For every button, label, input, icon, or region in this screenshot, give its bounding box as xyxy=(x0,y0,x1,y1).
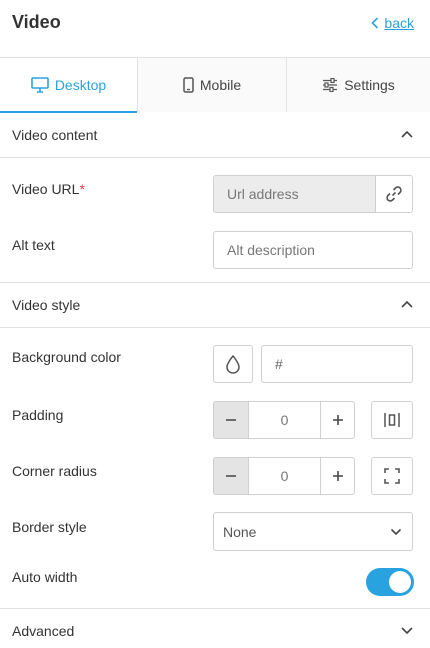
device-tabs: Desktop Mobile Settings xyxy=(0,58,430,113)
page-title: Video xyxy=(12,12,61,32)
auto-width-label: Auto width xyxy=(12,569,78,585)
link-icon xyxy=(386,186,402,202)
link-button[interactable] xyxy=(375,175,413,213)
section-video-style[interactable]: Video style xyxy=(0,282,430,328)
background-color-label: Background color xyxy=(12,349,121,365)
sliders-icon xyxy=(323,78,338,92)
back-label: back xyxy=(384,15,414,31)
chevron-left-icon xyxy=(371,17,379,29)
tab-mobile-label: Mobile xyxy=(199,77,242,93)
padding-increase-button[interactable] xyxy=(321,402,354,438)
auto-width-toggle[interactable] xyxy=(366,568,414,596)
section-video-content[interactable]: Video content xyxy=(0,112,430,158)
border-style-label: Border style xyxy=(12,519,87,535)
chevron-up-icon xyxy=(401,130,413,138)
required-mark: * xyxy=(79,181,85,197)
panel-header: Video back xyxy=(0,0,430,58)
padding-stepper: 0 xyxy=(213,401,355,439)
padding-mode-button[interactable] xyxy=(371,401,413,439)
chevron-down-icon xyxy=(390,528,402,536)
padding-value[interactable]: 0 xyxy=(249,402,321,438)
video-url-label-text: Video URL xyxy=(12,181,80,197)
corners-icon xyxy=(384,468,400,484)
corner-mode-button[interactable] xyxy=(371,457,413,495)
corner-radius-stepper: 0 xyxy=(213,457,355,495)
tab-settings-label: Settings xyxy=(344,77,395,93)
padding-decrease-button[interactable] xyxy=(214,402,249,438)
border-style-value: None xyxy=(223,523,257,540)
padding-label: Padding xyxy=(12,407,64,423)
corner-radius-label: Corner radius xyxy=(12,463,97,479)
border-style-select[interactable]: None xyxy=(213,512,413,551)
alt-text-placeholder: Alt description xyxy=(227,242,315,258)
video-url-placeholder: Url address xyxy=(227,186,299,202)
tab-settings[interactable]: Settings xyxy=(287,58,430,112)
color-picker-button[interactable] xyxy=(213,345,253,383)
chevron-up-icon xyxy=(401,300,413,308)
corner-radius-increase-button[interactable] xyxy=(321,458,354,494)
color-hex-input[interactable]: # xyxy=(261,345,413,383)
minus-icon xyxy=(226,419,236,421)
droplet-icon xyxy=(226,354,240,374)
section-video-style-title: Video style xyxy=(12,296,81,313)
desktop-icon xyxy=(31,77,49,93)
plus-icon xyxy=(332,415,343,425)
section-video-content-title: Video content xyxy=(12,126,98,143)
alt-text-label: Alt text xyxy=(12,237,55,253)
tab-desktop[interactable]: Desktop xyxy=(0,58,138,113)
minus-icon xyxy=(226,475,236,477)
mobile-icon xyxy=(183,77,194,93)
toggle-knob xyxy=(389,571,411,593)
alt-text-input[interactable]: Alt description xyxy=(213,231,413,269)
color-hex-value: # xyxy=(275,356,283,372)
section-advanced-title: Advanced xyxy=(12,623,75,639)
video-url-label: Video URL* xyxy=(12,181,85,197)
corner-radius-value[interactable]: 0 xyxy=(249,458,321,494)
plus-icon xyxy=(332,471,343,481)
tab-mobile[interactable]: Mobile xyxy=(138,58,287,112)
video-url-input[interactable]: Url address xyxy=(213,175,376,213)
back-link[interactable]: back xyxy=(371,15,414,31)
section-advanced[interactable]: Advanced xyxy=(0,608,430,648)
chevron-down-icon xyxy=(401,627,413,635)
tab-desktop-label: Desktop xyxy=(54,77,107,93)
corner-radius-decrease-button[interactable] xyxy=(214,458,249,494)
padding-sides-icon xyxy=(384,413,400,427)
